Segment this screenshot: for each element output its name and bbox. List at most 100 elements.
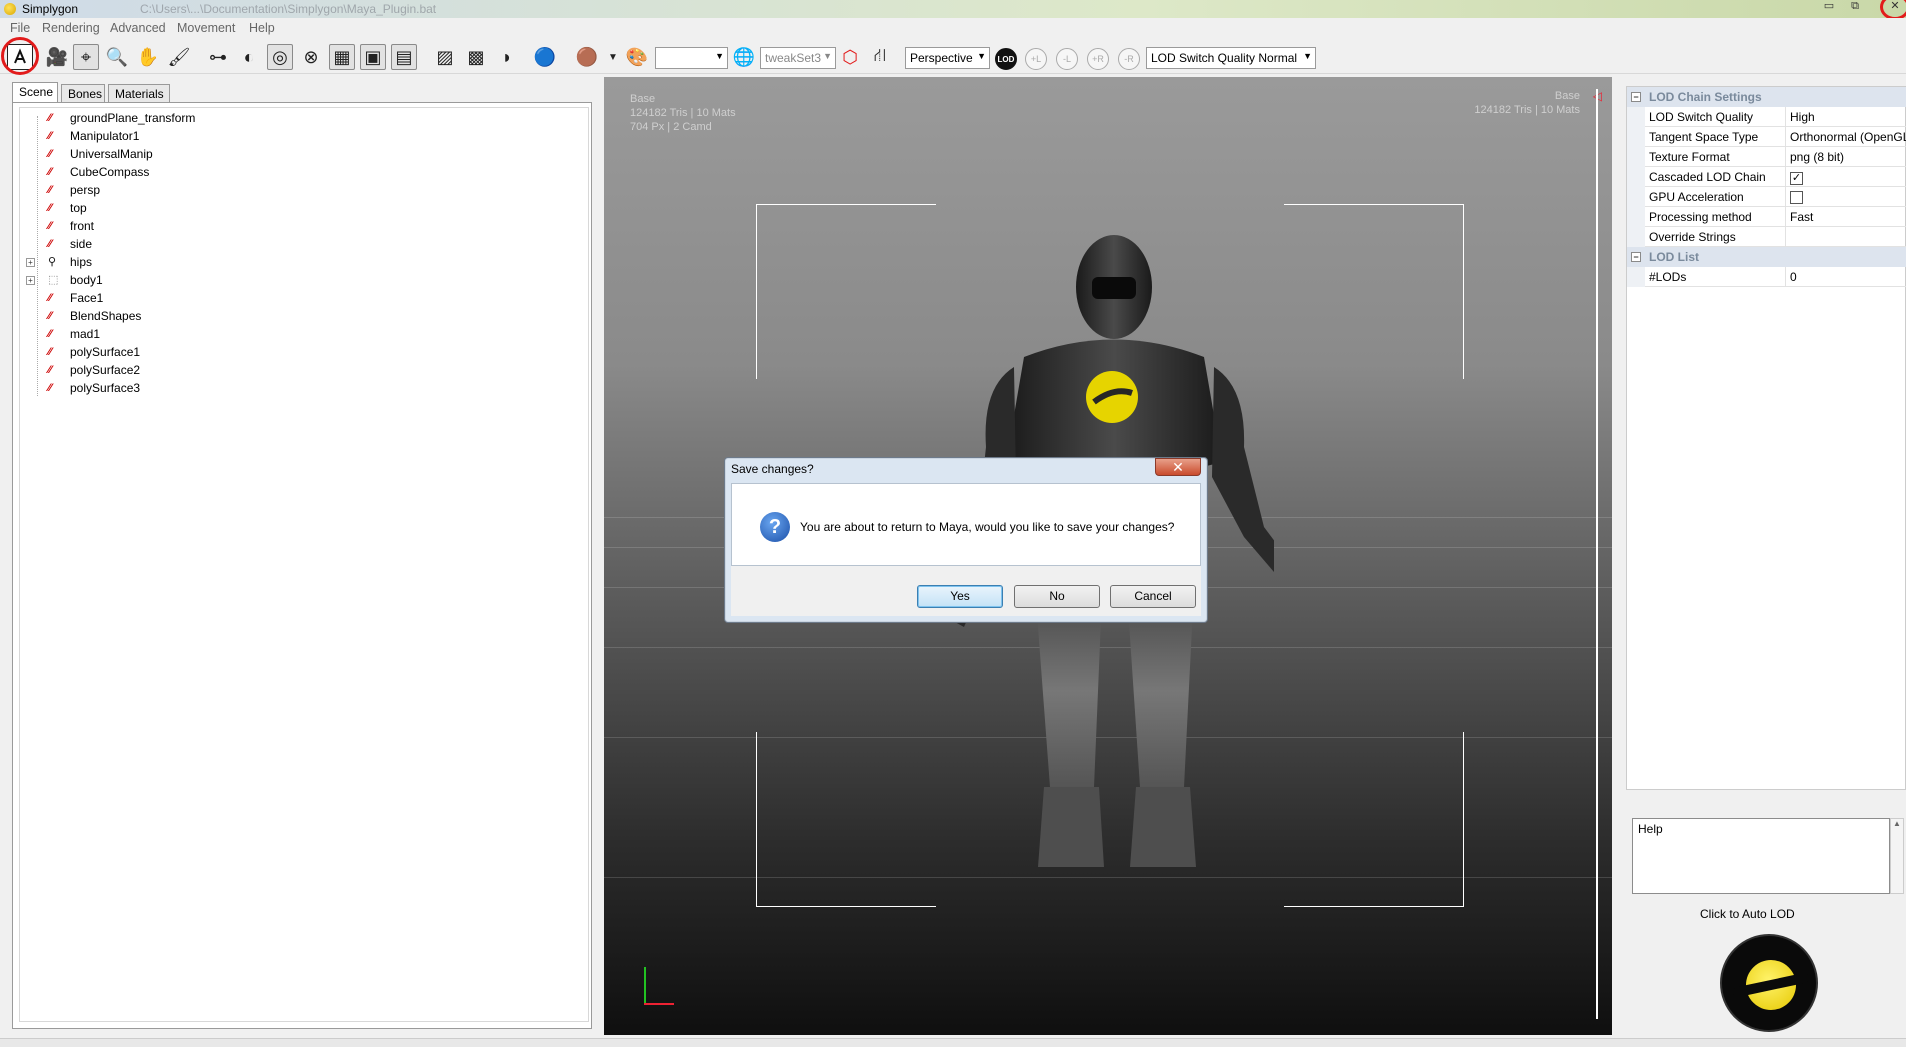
lod-quality-combo[interactable]: LOD Switch Quality Normal ▼ xyxy=(1146,47,1316,69)
tweak-set-value: tweakSet3 xyxy=(765,51,822,65)
camera-combo-value: Perspective xyxy=(910,51,973,65)
menu-advanced[interactable]: Advanced xyxy=(110,21,166,35)
material-sphere-icon[interactable]: 🔵 xyxy=(532,44,558,70)
viewport-right-info: Base 124182 Tris | 10 Mats xyxy=(1474,89,1580,117)
transform-icon: ⁄⁄ xyxy=(48,148,52,160)
pivot-icon[interactable]: ⊶ xyxy=(205,44,231,70)
property-row[interactable]: Override Strings xyxy=(1627,227,1906,247)
cascaded-lod-checkbox[interactable]: ✓ xyxy=(1790,172,1803,185)
transform-icon: ⁄⁄ xyxy=(48,238,52,250)
lod-badge-icon[interactable]: LOD xyxy=(995,48,1017,70)
group-icon: ⬚ xyxy=(48,274,59,286)
shading-icon[interactable]: ◗ xyxy=(494,44,520,70)
property-row[interactable]: Processing method Fast xyxy=(1627,207,1906,227)
tab-materials[interactable]: Materials xyxy=(108,84,170,102)
add-lod-left-button[interactable]: +L xyxy=(1025,48,1047,70)
help-scrollbar[interactable]: ▲ xyxy=(1890,818,1904,894)
question-icon: ? xyxy=(760,512,790,542)
checker-icon[interactable]: ▩ xyxy=(463,44,489,70)
viewport-left-stats: 124182 Tris | 10 Mats xyxy=(630,107,736,119)
remove-lod-left-button[interactable]: -L xyxy=(1056,48,1078,70)
cancel-button[interactable]: Cancel xyxy=(1110,585,1196,608)
transform-icon: ⁄⁄ xyxy=(48,328,52,340)
chevron-down-icon: ▼ xyxy=(823,51,832,61)
safe-frame-corner xyxy=(756,204,936,379)
gradient-icon[interactable]: ▨ xyxy=(432,44,458,70)
menu-help[interactable]: Help xyxy=(249,21,275,35)
viewport-edge-line xyxy=(1596,89,1598,1019)
add-lod-right-button[interactable]: +R xyxy=(1087,48,1109,70)
transform-icon: ⁄⁄ xyxy=(48,220,52,232)
auto-lod-button[interactable] xyxy=(1720,934,1818,1032)
menu-movement[interactable]: Movement xyxy=(177,21,235,35)
property-row[interactable]: Texture Format png (8 bit) xyxy=(1627,147,1906,167)
no-button[interactable]: No xyxy=(1014,585,1100,608)
environment-sphere-icon[interactable]: 🟤 xyxy=(574,44,600,70)
zoom-icon[interactable]: 🔍 xyxy=(104,44,130,70)
safe-frame-corner xyxy=(1284,732,1464,907)
split-view-icon[interactable]: ◐ xyxy=(236,44,262,70)
dialog-close-button[interactable]: ✕ xyxy=(1155,458,1201,476)
tab-scene[interactable]: Scene xyxy=(12,82,58,103)
camera-icon[interactable]: 🎥 xyxy=(44,44,70,70)
joint-icon: ⚲ xyxy=(48,256,57,268)
select-tool-icon[interactable]: ⌖ xyxy=(73,44,99,70)
color-wheel-icon[interactable]: 🎨 xyxy=(624,44,650,70)
dialog-button-row: Yes No Cancel xyxy=(731,566,1201,616)
tab-bones[interactable]: Bones xyxy=(61,84,105,102)
collapse-minus-icon[interactable]: − xyxy=(1631,252,1641,262)
camera-combo[interactable]: Perspective ▼ xyxy=(905,47,990,69)
globe-icon[interactable]: 🌐 xyxy=(731,44,757,70)
collapse-minus-icon[interactable]: − xyxy=(1631,92,1641,102)
axis-x-indicator xyxy=(644,1003,674,1005)
highlight-circle-return-button xyxy=(1,37,39,75)
viewport-right-stats: 124182 Tris | 10 Mats xyxy=(1474,104,1580,116)
tweak-set-combo[interactable]: tweakSet3 ▼ xyxy=(760,47,836,69)
grid-icon[interactable]: ▦ xyxy=(329,44,355,70)
polygon-select-icon[interactable]: ⬡ xyxy=(837,44,863,70)
property-row[interactable]: GPU Acceleration xyxy=(1627,187,1906,207)
lod-quality-value: LOD Switch Quality Normal xyxy=(1151,51,1298,65)
layout-icon[interactable]: ▤ xyxy=(391,44,417,70)
pan-hand-icon[interactable]: ✋ xyxy=(135,44,161,70)
menu-rendering[interactable]: Rendering xyxy=(42,21,100,35)
save-changes-dialog: Save changes? ✕ ? You are about to retur… xyxy=(724,457,1208,623)
transform-icon: ⁄⁄ xyxy=(48,364,52,376)
viewport-left-stats2: 704 Px | 2 Camd xyxy=(630,121,712,133)
simplygon-logo-icon xyxy=(4,3,16,15)
transform-icon: ⁄⁄ xyxy=(48,292,52,304)
transform-icon: ⁄⁄ xyxy=(48,382,52,394)
minimize-button[interactable]: ▭ xyxy=(1818,0,1840,14)
transform-icon: ⁄⁄ xyxy=(48,346,52,358)
window-path: C:\Users\...\Documentation\Simplygon\May… xyxy=(140,2,437,16)
expand-plus-icon[interactable]: + xyxy=(26,258,35,267)
frame-icon[interactable]: ▣ xyxy=(360,44,386,70)
mesh-sphere-icon[interactable]: ⊗ xyxy=(298,44,324,70)
gpu-acceleration-checkbox[interactable] xyxy=(1790,191,1803,204)
scene-tree: ⁄⁄ groundPlane_transform ⁄⁄ Manipulator1 ⁄… xyxy=(12,102,592,1029)
category-lod-list[interactable]: − LOD List xyxy=(1627,247,1906,267)
property-row[interactable]: #LODs 0 xyxy=(1627,267,1906,287)
remove-lod-right-button[interactable]: -R xyxy=(1118,48,1140,70)
wireframe-sphere-icon[interactable]: ◎ xyxy=(267,44,293,70)
restore-button[interactable]: ⧉ xyxy=(1844,0,1866,14)
expand-plus-icon[interactable]: + xyxy=(26,276,35,285)
category-lod-chain-settings[interactable]: − LOD Chain Settings xyxy=(1627,87,1906,107)
bone-tree-icon[interactable]: ⛙ xyxy=(867,44,893,70)
safe-frame-corner xyxy=(756,732,936,907)
property-row[interactable]: Cascaded LOD Chain ✓ xyxy=(1627,167,1906,187)
yes-button[interactable]: Yes xyxy=(917,585,1003,608)
environment-dropdown-arrow-icon[interactable]: ▼ xyxy=(600,44,626,70)
brush-icon[interactable]: 🖌 xyxy=(166,44,192,70)
status-bar xyxy=(0,1038,1906,1047)
help-box: Help xyxy=(1632,818,1890,894)
dialog-body: ? You are about to return to Maya, would… xyxy=(731,483,1201,566)
property-row[interactable]: Tangent Space Type Orthonormal (OpenGL) xyxy=(1627,127,1906,147)
scene-tree-list[interactable]: ⁄⁄ groundPlane_transform ⁄⁄ Manipulator1 ⁄… xyxy=(19,107,589,1022)
transform-icon: ⁄⁄ xyxy=(48,166,52,178)
help-label: Help xyxy=(1638,822,1663,836)
transform-icon: ⁄⁄ xyxy=(48,184,52,196)
color-combo[interactable]: ▼ xyxy=(655,47,728,69)
menu-file[interactable]: File xyxy=(10,21,30,35)
property-row[interactable]: LOD Switch Quality High xyxy=(1627,107,1906,127)
